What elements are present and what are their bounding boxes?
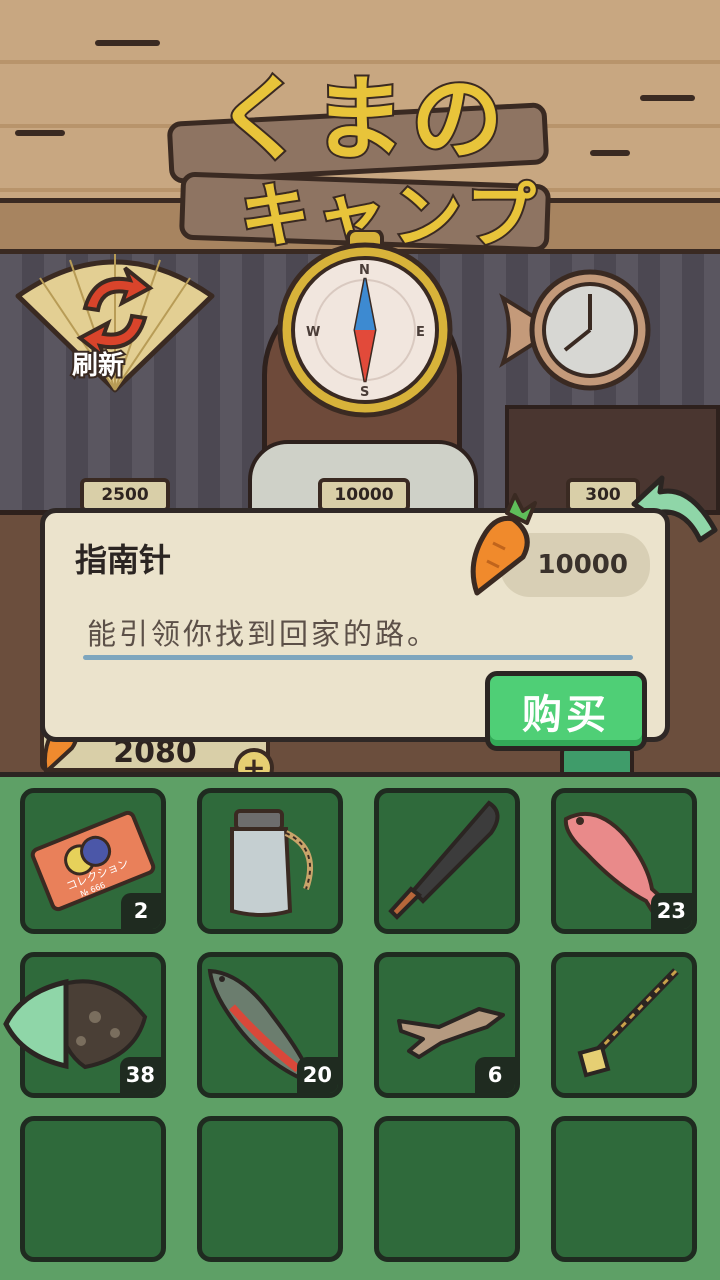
machete-icon [388,800,500,920]
inventory-slot[interactable]: 6 [374,952,520,1098]
compass-icon: N E S W [277,230,453,418]
wood-grain [640,95,695,101]
wood-grain [590,150,630,156]
fish-clock-icon [499,269,651,391]
svg-text:S: S [360,385,369,400]
inventory-slot[interactable] [551,952,697,1098]
shelf-price-tag: 300 [566,478,640,512]
refresh-label[interactable]: 刷新 [70,345,126,383]
inventory-slot-empty[interactable] [20,1116,166,1262]
item-count: 2 [121,893,161,929]
inventory-slot-empty[interactable] [197,1116,343,1262]
wood-grain [95,40,160,46]
buy-button[interactable]: 购买 [485,671,647,751]
item-count: 6 [475,1057,515,1093]
item-count: 23 [650,893,692,929]
hoe-icon [577,968,679,1078]
carrot-icon [470,493,537,596]
shop-screen: くまの キャンプ 刷新 NESW 2500 10000 300 2080 + 指… [0,0,720,1280]
jar-icon [230,809,313,917]
inventory-slot-empty[interactable] [551,1116,697,1262]
description-underline [83,655,633,660]
item-count: 20 [296,1057,338,1093]
drawer-handle-icon[interactable] [2,978,70,1070]
item-count: 38 [119,1057,161,1093]
inventory-slot-empty[interactable] [374,1116,520,1262]
item-description: 能引领你找到回家的路。 [87,617,440,651]
svg-text:N: N [359,263,370,278]
inventory-slot[interactable] [374,788,520,934]
inventory-slot[interactable]: 23 [551,788,697,934]
inventory-slot[interactable]: コレクション № 666 2 [20,788,166,934]
item-info-panel: 指南针 10000 能引领你找到回家的路。 购买 [40,493,670,751]
shelf-price-tag: 10000 [318,478,410,512]
inventory-slot[interactable] [197,788,343,934]
svg-text:W: W [306,325,320,340]
item-name: 指南针 [75,541,172,579]
wood-grain [15,130,65,136]
shelf-price-tag: 2500 [80,478,170,512]
title-line-1: くまの [213,64,510,175]
svg-text:E: E [416,325,425,340]
inventory-slot[interactable]: 20 [197,952,343,1098]
